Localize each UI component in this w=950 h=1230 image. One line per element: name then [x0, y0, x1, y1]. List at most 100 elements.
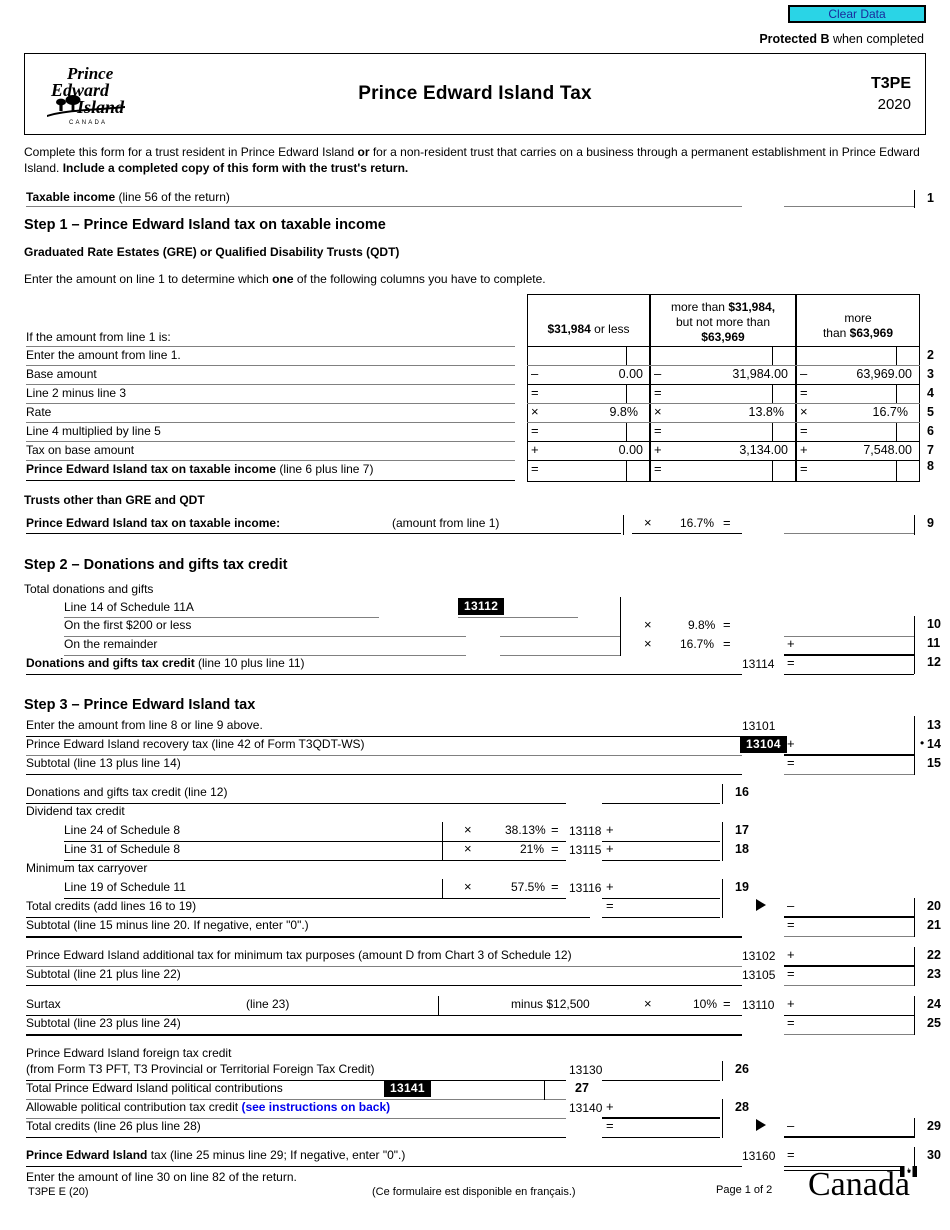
line-11-multiply-op: × [644, 636, 652, 652]
clear-data-button[interactable]: Clear Data [788, 5, 926, 23]
line-22-input[interactable] [804, 949, 910, 965]
line-26-label-line1: Prince Edward Island foreign tax credit [26, 1046, 232, 1061]
bracket-row-8-label-rest: (line 6 plus line 7) [276, 462, 374, 477]
bracket-row-8-label-bold: Prince Edward Island tax on taxable inco… [26, 462, 277, 477]
bracket-row-6-op-2: = [654, 423, 662, 439]
bracket-col-3-l2: more [844, 311, 872, 326]
line-29-equals-op: = [606, 1118, 614, 1134]
taxable-income-input[interactable] [786, 190, 910, 206]
line-number-22: 22 [927, 948, 941, 963]
line-18-label: Line 31 of Schedule 8 [64, 842, 181, 857]
line-number-17: 17 [735, 823, 749, 838]
line-27-label: Total Prince Edward Island political con… [26, 1081, 283, 1096]
step1-instruction-a: Enter the amount on line 1 to determine … [24, 272, 273, 287]
line-number-9: 9 [927, 516, 934, 531]
line-17-input[interactable] [622, 824, 718, 840]
line-24-note: (line 23) [246, 997, 290, 1012]
line-28-add-op: + [606, 1099, 614, 1115]
step1-instruction-one: one [272, 272, 294, 287]
line-number-5: 5 [927, 405, 934, 420]
line-28-input[interactable] [622, 1101, 718, 1117]
bracket-row-3-value-3: 63,969.00 [856, 367, 912, 382]
bracket-row-header-label: If the amount from line 1 is: [26, 330, 171, 345]
line-14-input[interactable] [804, 738, 910, 754]
field-code-13114: 13114 [742, 657, 775, 672]
bracket-row-5-rate-1: 9.8% [609, 405, 639, 420]
line-28-label: Allowable political contribution tax cre… [26, 1100, 390, 1114]
taxable-income-label: Taxable income (line 56 of the return) [26, 190, 230, 204]
line-28-instructions-link[interactable]: (see instructions on back) [241, 1100, 390, 1114]
line-16-input[interactable] [604, 786, 718, 802]
line-29-subtotal-input[interactable] [622, 1120, 718, 1136]
tax-year: 2020 [877, 95, 911, 113]
line-number-23: 23 [927, 967, 941, 982]
line-20-input[interactable] [804, 900, 910, 916]
line-12-input[interactable] [804, 657, 910, 673]
line-23-input[interactable] [804, 968, 910, 984]
line-number-18: 18 [735, 842, 749, 857]
bracket-row-2-col-2-input[interactable] [654, 348, 769, 365]
form-page: Clear Data Protected B when completed Pr… [0, 0, 950, 1230]
line-13-input[interactable] [788, 719, 910, 735]
line-21-equals-op: = [787, 917, 795, 933]
line-17-multiply-op: × [464, 822, 472, 838]
line-number-7: 7 [927, 443, 934, 458]
protected-b-suffix: when completed [829, 32, 924, 46]
line-11-input[interactable] [804, 638, 910, 654]
line-18-input[interactable] [622, 843, 718, 859]
protected-b-label: Protected B [759, 32, 830, 46]
line-15-input[interactable] [804, 757, 910, 773]
line-12-label-bold: Donations and gifts tax credit [26, 656, 195, 671]
bracket-row-7-value-1: 0.00 [618, 443, 643, 458]
line-27-input[interactable] [436, 1082, 536, 1098]
line-9-rate: 16.7% [680, 516, 715, 531]
step2-lines: Line 14 of Schedule 11A 13112 On the fir… [24, 597, 941, 681]
line-9-input[interactable] [786, 517, 910, 533]
line-26-input[interactable] [622, 1063, 718, 1079]
line-24-label: Surtax [26, 997, 61, 1012]
line-20-subtotal-input[interactable] [622, 900, 718, 916]
line-10-input[interactable] [786, 619, 910, 635]
step1-instruction: Enter the amount on line 1 to determine … [24, 272, 926, 286]
bracket-row-6-op-3: = [800, 423, 808, 439]
intro-text-or: or [357, 145, 370, 159]
line-24-input[interactable] [804, 998, 910, 1014]
footer-form-id: T3PE E (20) [28, 1186, 89, 1198]
line-25-equals-op: = [787, 1015, 795, 1031]
line-26-label-line2: (from Form T3 PFT, T3 Provincial or Terr… [26, 1062, 375, 1077]
line-21-input[interactable] [804, 919, 910, 935]
line-18-equals-op: = [551, 841, 559, 857]
bracket-col-3-amount: $63,969 [849, 326, 894, 340]
bracket-row-6-op-1: = [531, 423, 539, 439]
footer-page-number: Page 1 of 2 [716, 1184, 773, 1196]
taxable-income-row: Taxable income (line 56 of the return) 1 [24, 190, 934, 216]
line-18-rate: 21% [520, 842, 545, 857]
line-24-add-op: + [787, 996, 795, 1012]
bracket-row-3-label: Base amount [26, 367, 97, 382]
line-number-21: 21 [927, 918, 941, 933]
line-17-rate: 38.13% [505, 823, 546, 838]
line-9-row: Prince Edward Island tax on taxable inco… [24, 515, 934, 546]
line-19-input[interactable] [622, 881, 718, 897]
bracket-row-7-label: Tax on base amount [26, 443, 135, 458]
bracket-col-1-header: $31,984 or less [529, 322, 648, 337]
line-25-input[interactable] [804, 1017, 910, 1033]
carry-forward-arrow-icon [756, 899, 766, 912]
step2-schedule-input[interactable] [524, 599, 616, 616]
line-10-multiply-op: × [644, 617, 652, 633]
line-17-label: Line 24 of Schedule 8 [64, 823, 181, 838]
bracket-row-2-col-3-input[interactable] [800, 348, 893, 365]
line-29-input[interactable] [804, 1120, 910, 1136]
footer-french-note: (Ce formulaire est disponible en françai… [372, 1186, 576, 1198]
line-9-label: Prince Edward Island tax on taxable inco… [26, 516, 281, 531]
line-9-note: (amount from line 1) [392, 516, 500, 531]
protected-b-notice: Protected B when completed [24, 32, 926, 46]
bracket-row-3-value-2: 31,984.00 [732, 367, 788, 382]
carry-forward-arrow-icon-2 [756, 1119, 766, 1132]
line-number-13: 13 [927, 718, 941, 733]
step1-bracket-table: $31,984 or less more than $31,984, but n… [24, 294, 934, 494]
bracket-row-2-col-1-input[interactable] [531, 348, 623, 365]
form-code: T3PE [870, 75, 911, 93]
step2-total-label: Total donations and gifts [24, 582, 154, 597]
line-24-minus-text: minus $12,500 [511, 997, 590, 1012]
